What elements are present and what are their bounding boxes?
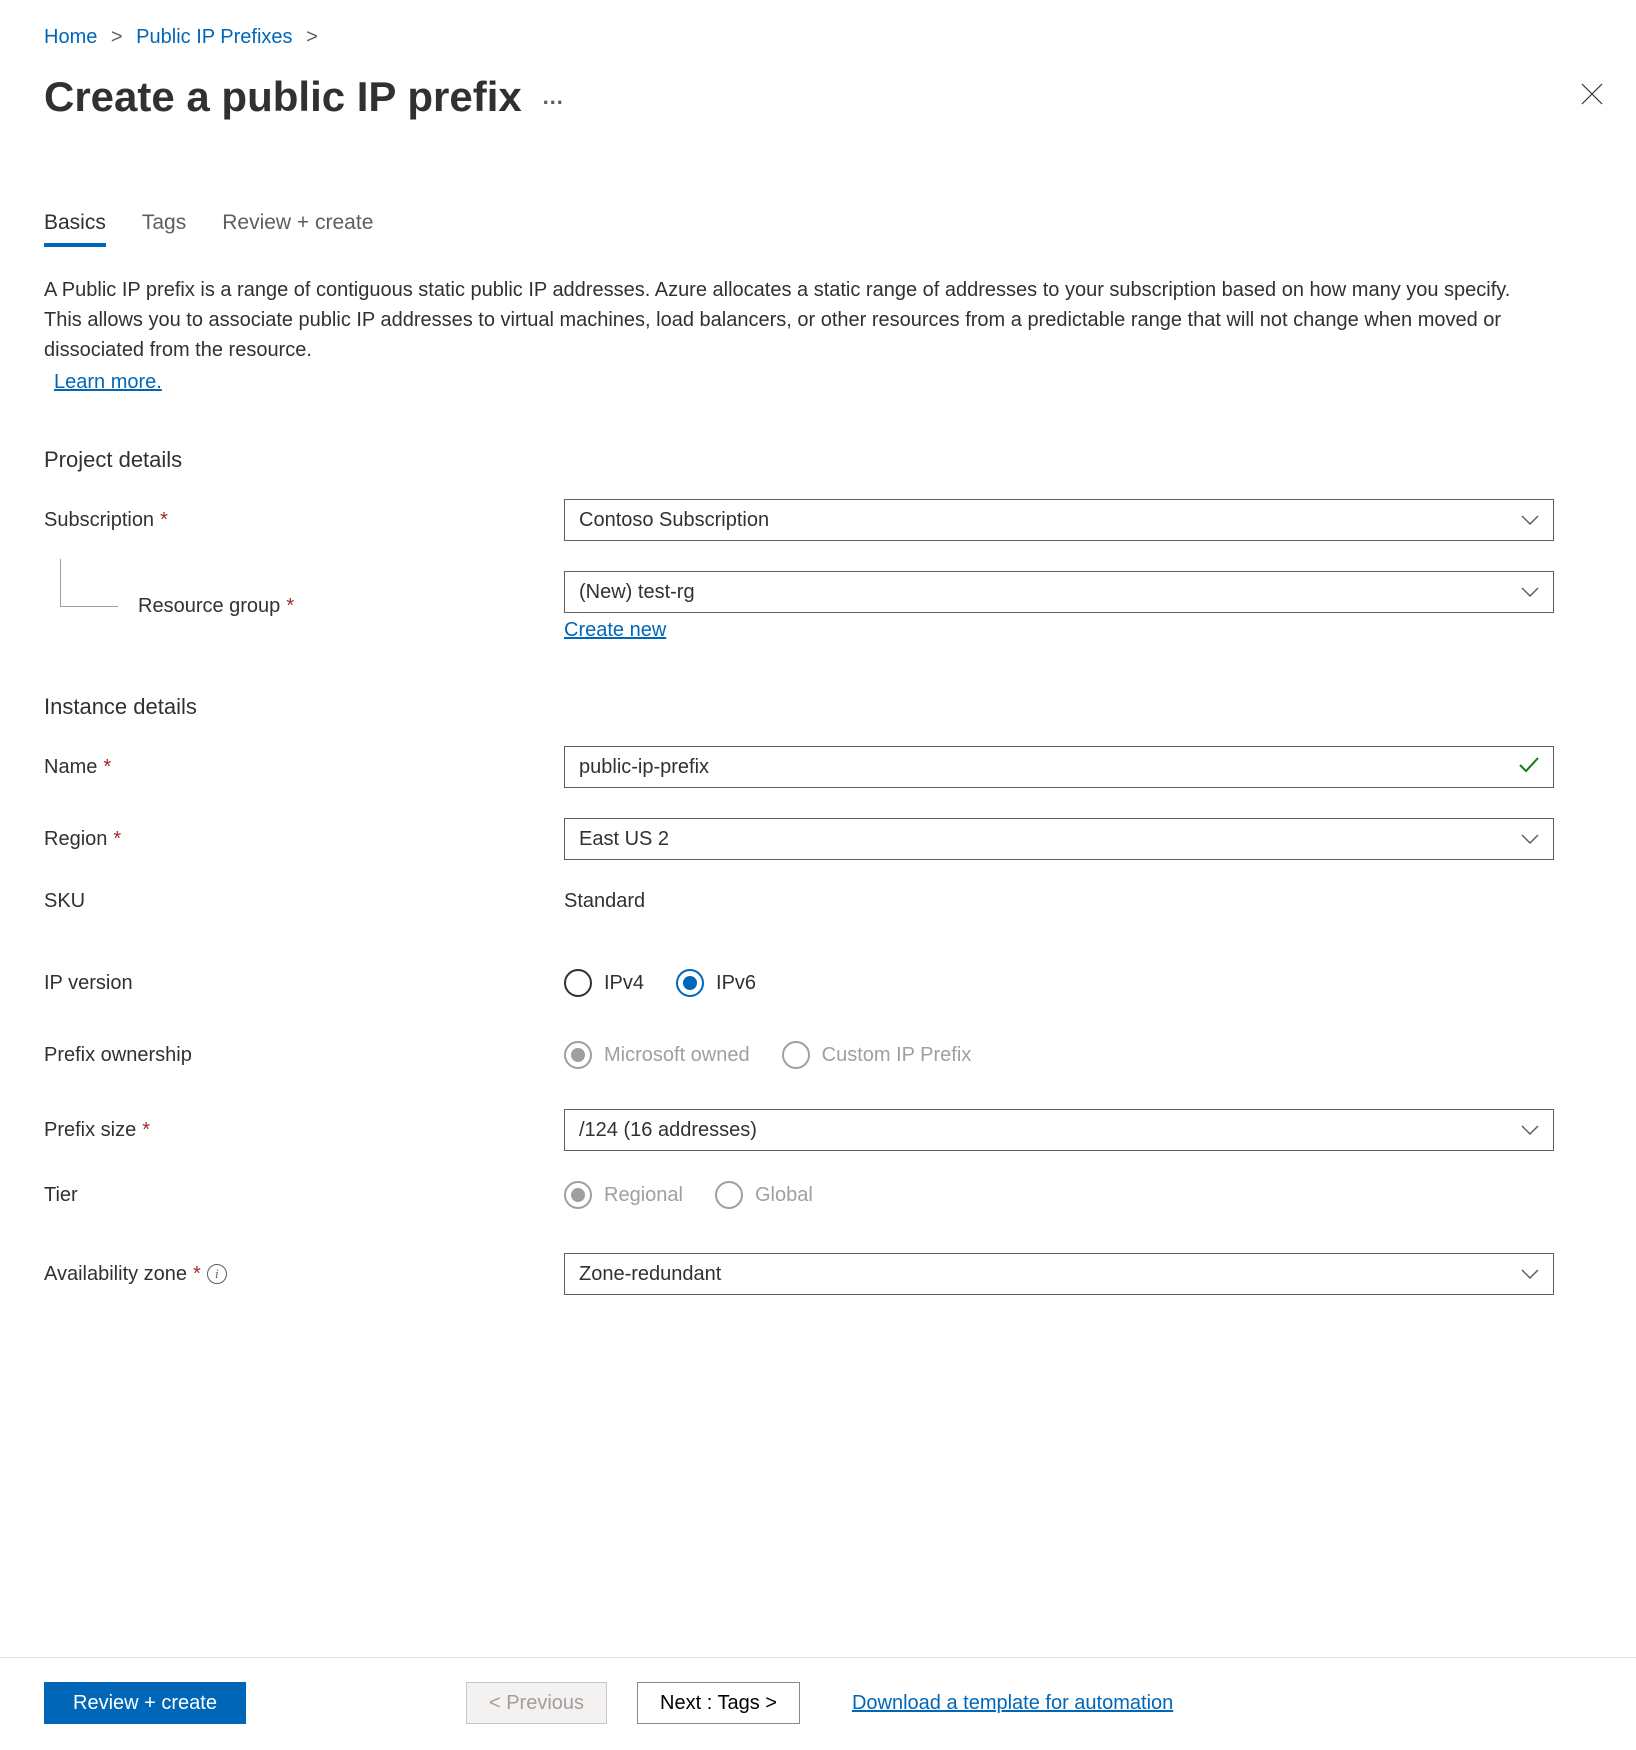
tier-label: Tier [44, 1184, 78, 1207]
radio-label-ipv6: IPv6 [716, 972, 756, 995]
radio-icon [564, 1041, 592, 1069]
required-indicator: * [160, 509, 168, 532]
name-value: public-ip-prefix [579, 756, 709, 779]
chevron-down-icon [1521, 1125, 1539, 1135]
radio-label-custom: Custom IP Prefix [822, 1044, 972, 1067]
section-instance-details: Instance details [44, 694, 1592, 720]
prefix-size-label: Prefix size [44, 1119, 136, 1142]
next-button[interactable]: Next : Tags > [637, 1682, 800, 1724]
breadcrumb: Home > Public IP Prefixes > [44, 26, 1592, 49]
availability-zone-value: Zone-redundant [579, 1263, 721, 1286]
radio-ipv6[interactable]: IPv6 [676, 969, 756, 997]
review-create-button[interactable]: Review + create [44, 1682, 246, 1724]
radio-label-microsoft: Microsoft owned [604, 1044, 750, 1067]
ip-version-label: IP version [44, 972, 133, 995]
tier-radio-group: Regional Global [564, 1181, 1554, 1209]
ip-version-radio-group: IPv4 IPv6 [564, 969, 1554, 997]
radio-label-global: Global [755, 1184, 813, 1207]
radio-ipv4[interactable]: IPv4 [564, 969, 644, 997]
chevron-down-icon [1521, 1269, 1539, 1279]
name-label: Name [44, 756, 97, 779]
info-icon[interactable]: i [207, 1264, 227, 1284]
prefix-ownership-label: Prefix ownership [44, 1044, 192, 1067]
region-select[interactable]: East US 2 [564, 818, 1554, 860]
indent-line [60, 559, 118, 607]
radio-label-ipv4: IPv4 [604, 972, 644, 995]
resource-group-select[interactable]: (New) test-rg [564, 571, 1554, 613]
section-project-details: Project details [44, 447, 1592, 473]
radio-regional: Regional [564, 1181, 683, 1209]
region-value: East US 2 [579, 828, 669, 851]
breadcrumb-public-ip-prefixes[interactable]: Public IP Prefixes [136, 26, 292, 48]
radio-global: Global [715, 1181, 813, 1209]
prefix-size-select[interactable]: /124 (16 addresses) [564, 1109, 1554, 1151]
required-indicator: * [286, 595, 294, 618]
availability-zone-label: Availability zone [44, 1263, 187, 1286]
tab-review-create[interactable]: Review + create [222, 211, 373, 247]
sku-label: SKU [44, 890, 85, 913]
availability-zone-select[interactable]: Zone-redundant [564, 1253, 1554, 1295]
prefix-ownership-radio-group: Microsoft owned Custom IP Prefix [564, 1041, 1554, 1069]
previous-button: < Previous [466, 1682, 607, 1724]
required-indicator: * [103, 756, 111, 779]
radio-label-regional: Regional [604, 1184, 683, 1207]
description: A Public IP prefix is a range of contigu… [44, 275, 1524, 397]
more-icon[interactable]: … [542, 84, 566, 110]
sku-value: Standard [564, 890, 645, 912]
radio-icon [782, 1041, 810, 1069]
subscription-select[interactable]: Contoso Subscription [564, 499, 1554, 541]
required-indicator: * [113, 828, 121, 851]
checkmark-icon [1518, 753, 1540, 781]
radio-icon [676, 969, 704, 997]
breadcrumb-home[interactable]: Home [44, 26, 97, 48]
radio-icon [564, 969, 592, 997]
tab-tags[interactable]: Tags [142, 211, 186, 247]
chevron-down-icon [1521, 515, 1539, 525]
resource-group-label: Resource group [138, 595, 280, 618]
subscription-label: Subscription [44, 509, 154, 532]
chevron-right-icon: > [306, 26, 318, 48]
close-icon[interactable] [1572, 73, 1612, 121]
required-indicator: * [193, 1263, 201, 1286]
page-title: Create a public IP prefix [44, 73, 522, 121]
radio-microsoft-owned: Microsoft owned [564, 1041, 750, 1069]
learn-more-link[interactable]: Learn more. [54, 367, 1524, 397]
radio-icon [715, 1181, 743, 1209]
radio-custom-ip: Custom IP Prefix [782, 1041, 972, 1069]
region-label: Region [44, 828, 107, 851]
name-input[interactable]: public-ip-prefix [564, 746, 1554, 788]
tabs: Basics Tags Review + create [44, 211, 1592, 247]
prefix-size-value: /124 (16 addresses) [579, 1119, 757, 1142]
subscription-value: Contoso Subscription [579, 509, 769, 532]
footer: Review + create < Previous Next : Tags >… [0, 1657, 1636, 1750]
download-template-link[interactable]: Download a template for automation [852, 1692, 1173, 1715]
resource-group-value: (New) test-rg [579, 581, 695, 604]
description-text: A Public IP prefix is a range of contigu… [44, 279, 1510, 361]
tab-basics[interactable]: Basics [44, 211, 106, 247]
chevron-down-icon [1521, 834, 1539, 844]
chevron-right-icon: > [111, 26, 123, 48]
required-indicator: * [142, 1119, 150, 1142]
create-new-link[interactable]: Create new [564, 619, 666, 642]
radio-icon [564, 1181, 592, 1209]
chevron-down-icon [1521, 587, 1539, 597]
